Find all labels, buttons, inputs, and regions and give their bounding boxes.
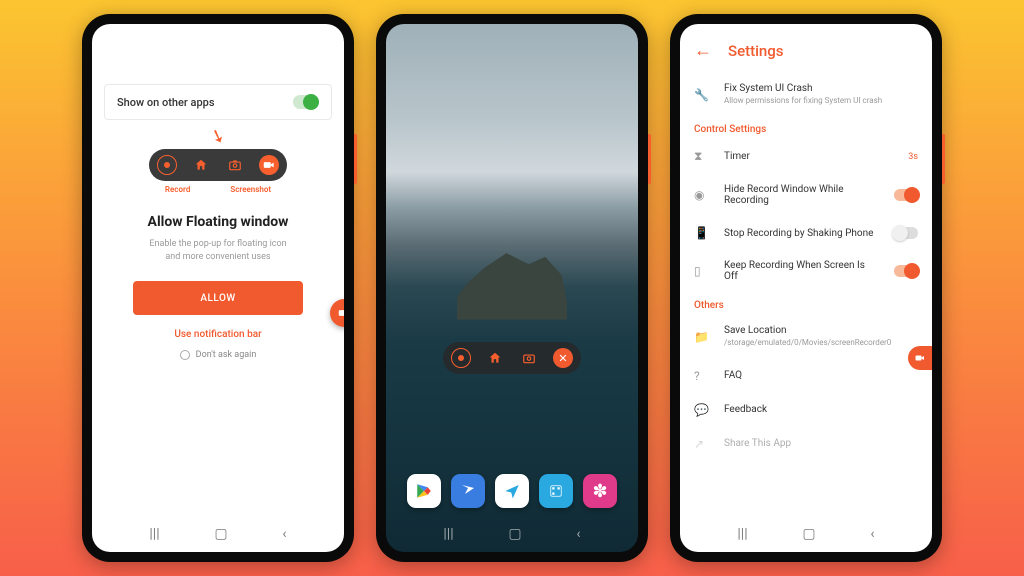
screen-3: ← Settings 🔧 Fix System UI Crash Allow p… [680, 24, 932, 552]
folder-icon: 📁 [694, 330, 710, 344]
settings-title: Settings [728, 42, 784, 60]
dont-ask-label: Don't ask again [196, 350, 257, 360]
hide-window-toggle[interactable] [894, 189, 918, 201]
fix-crash-title: Fix System UI Crash [724, 83, 918, 94]
camera-icon[interactable] [519, 348, 539, 368]
nav-bar: ||| ▢ ‹ [680, 516, 932, 552]
screen-off-icon: ▯ [694, 264, 710, 278]
faq-label: FAQ [724, 370, 918, 381]
show-on-other-apps-card[interactable]: Show on other apps [104, 84, 332, 120]
camera-icon[interactable] [225, 155, 245, 175]
control-settings-header: Control Settings [680, 116, 932, 139]
nav-recents-icon[interactable]: ||| [737, 526, 747, 542]
allow-button[interactable]: ALLOW [133, 281, 303, 315]
keep-recording-label: Keep Recording When Screen Is Off [724, 260, 880, 282]
record-label: Record [165, 185, 190, 194]
feedback-label: Feedback [724, 404, 918, 415]
back-icon[interactable]: ← [694, 40, 712, 61]
dont-ask-row[interactable]: Don't ask again [180, 350, 257, 360]
save-location-title: Save Location [724, 325, 918, 336]
app-dock: ✽ [386, 474, 638, 508]
home-icon[interactable] [191, 155, 211, 175]
close-icon[interactable]: ✕ [553, 348, 573, 368]
hourglass-icon: ⧗ [694, 149, 710, 164]
shake-label: Stop Recording by Shaking Phone [724, 228, 880, 239]
nav-home-icon[interactable]: ▢ [508, 526, 521, 542]
timer-row[interactable]: ⧗ Timer 3s [680, 139, 932, 174]
nav-home-icon[interactable]: ▢ [802, 526, 815, 542]
nav-recents-icon[interactable]: ||| [149, 526, 159, 542]
show-on-apps-label: Show on other apps [117, 96, 215, 109]
dock-app-3[interactable] [495, 474, 529, 508]
nav-back-icon[interactable]: ‹ [870, 526, 874, 542]
dock-app-5[interactable]: ✽ [583, 474, 617, 508]
pill-labels: Record Screenshot [165, 185, 271, 194]
chat-icon: 💬 [694, 403, 710, 417]
save-location-path: /storage/emulated/0/Movies/screenRecorde… [724, 338, 918, 348]
phone-frame-2: ✕ ✽ ||| ▢ ‹ [376, 14, 648, 562]
others-header: Others [680, 292, 932, 315]
dock-app-2[interactable] [451, 474, 485, 508]
nav-bar: ||| ▢ ‹ [92, 516, 344, 552]
record-icon[interactable] [157, 155, 177, 175]
share-row[interactable]: ↗ Share This App [680, 427, 932, 461]
allow-floating-desc: Enable the pop-up for floating icon and … [143, 238, 293, 263]
nav-recents-icon[interactable]: ||| [443, 526, 453, 542]
save-location-row[interactable]: 📁 Save Location /storage/emulated/0/Movi… [680, 315, 932, 358]
help-icon: ? [694, 369, 710, 383]
hide-window-row[interactable]: ◉ Hide Record Window While Recording [680, 174, 932, 216]
dock-app-4[interactable] [539, 474, 573, 508]
timer-label: Timer [724, 151, 894, 162]
allow-floating-title: Allow Floating window [148, 214, 289, 230]
floating-video-fab[interactable] [908, 346, 932, 370]
screenshot-label: Screenshot [230, 185, 271, 194]
video-icon[interactable] [259, 155, 279, 175]
phone-frame-1: Show on other apps ➘ Record Screenshot [82, 14, 354, 562]
keep-recording-row[interactable]: ▯ Keep Recording When Screen Is Off [680, 250, 932, 292]
hide-window-label: Hide Record Window While Recording [724, 184, 880, 206]
dock-app-play-store[interactable] [407, 474, 441, 508]
share-label: Share This App [724, 438, 918, 449]
nav-back-icon[interactable]: ‹ [282, 526, 286, 542]
screen-1: Show on other apps ➘ Record Screenshot [92, 24, 344, 552]
share-icon: ↗ [694, 437, 710, 451]
pointer-arrow-icon: ➘ [207, 124, 228, 149]
phone-shake-icon: 📱 [694, 226, 710, 240]
floating-toolbar [149, 149, 287, 181]
shake-toggle[interactable] [894, 227, 918, 239]
nav-bar: ||| ▢ ‹ [386, 516, 638, 552]
faq-row[interactable]: ? FAQ [680, 359, 932, 393]
nav-back-icon[interactable]: ‹ [576, 526, 580, 542]
cliff-shape [457, 246, 568, 320]
nav-home-icon[interactable]: ▢ [214, 526, 227, 542]
home-icon[interactable] [485, 348, 505, 368]
use-notification-link[interactable]: Use notification bar [174, 329, 261, 340]
dont-ask-checkbox[interactable] [180, 350, 190, 360]
eye-icon: ◉ [694, 188, 710, 202]
floating-toolbar[interactable]: ✕ [443, 342, 581, 374]
fix-crash-sub: Allow permissions for fixing System UI c… [724, 96, 918, 106]
shake-row[interactable]: 📱 Stop Recording by Shaking Phone [680, 216, 932, 250]
record-icon[interactable] [451, 348, 471, 368]
fix-crash-row[interactable]: 🔧 Fix System UI Crash Allow permissions … [680, 73, 932, 116]
screen-2: ✕ ✽ ||| ▢ ‹ [386, 24, 638, 552]
phone-frame-3: ← Settings 🔧 Fix System UI Crash Allow p… [670, 14, 942, 562]
wrench-icon: 🔧 [694, 88, 710, 102]
wallpaper [386, 24, 638, 552]
feedback-row[interactable]: 💬 Feedback [680, 393, 932, 427]
keep-recording-toggle[interactable] [894, 265, 918, 277]
settings-header: ← Settings [680, 24, 932, 73]
timer-value: 3s [908, 152, 918, 162]
overlay-toggle[interactable] [293, 95, 319, 109]
